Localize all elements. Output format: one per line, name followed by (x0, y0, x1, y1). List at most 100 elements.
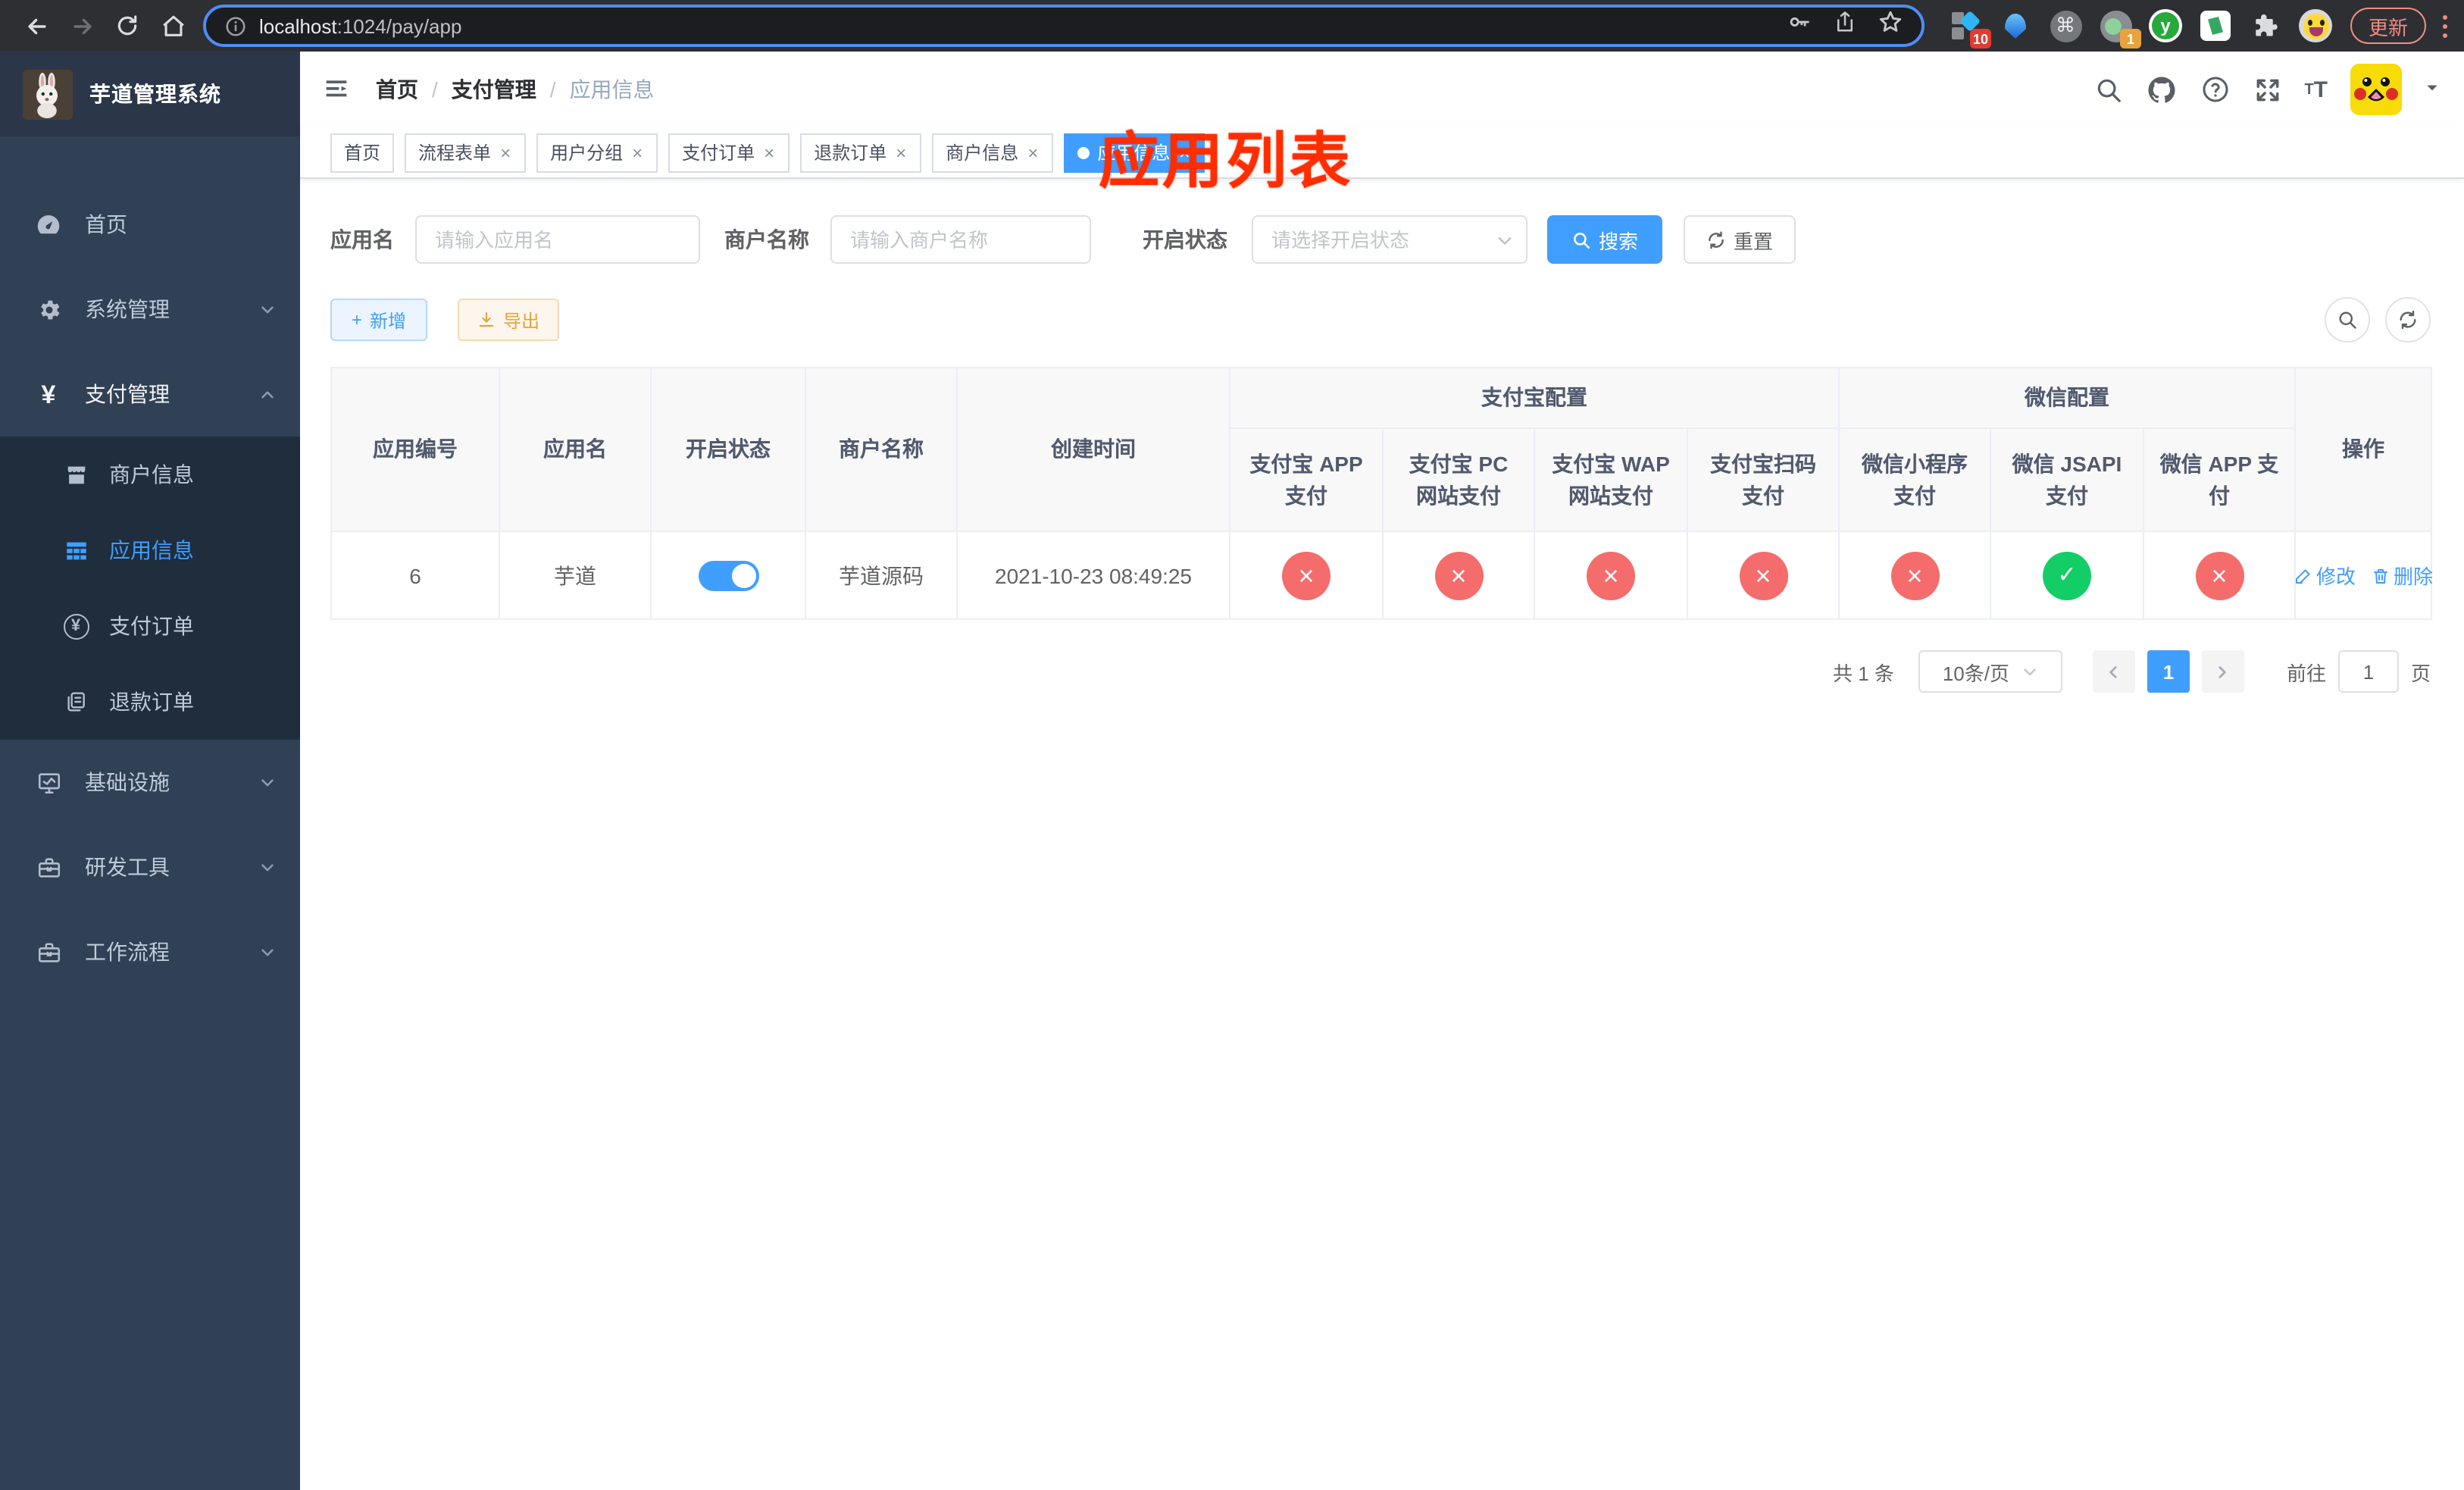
tab-home[interactable]: 首页 (330, 133, 395, 172)
fullscreen-icon[interactable] (2253, 75, 2281, 104)
active-dot (1077, 146, 1090, 158)
close-icon[interactable]: × (1026, 143, 1040, 161)
sidebar-item-label: 研发工具 (85, 855, 170, 879)
user-avatar[interactable] (2350, 64, 2402, 115)
prev-page-button[interactable] (2092, 650, 2135, 693)
screen: localhost:1024/pay/app 10 ⌘ 1 y 更新 芋道管理系… (0, 0, 2464, 1490)
sidebar-item-app-info[interactable]: 应用信息 (0, 512, 300, 588)
sidebar-logo[interactable]: 芋道管理系统 (0, 52, 300, 136)
delete-link[interactable]: 删除 (2371, 561, 2433, 590)
sidebar-item-merchant-info[interactable]: 商户信息 (0, 437, 300, 512)
sidebar-item-system[interactable]: 系统管理 (0, 267, 300, 352)
extension-balloon-icon[interactable] (1999, 9, 2032, 42)
chevron-down-icon (259, 859, 276, 875)
browser-back-icon[interactable] (18, 8, 55, 44)
close-icon[interactable]: × (762, 143, 776, 161)
breadcrumb-current: 应用信息 (569, 77, 655, 102)
col-group-wechat: 微信配置 (1837, 367, 2297, 429)
status-select[interactable] (1252, 215, 1527, 264)
status-toggle[interactable] (698, 560, 758, 590)
status-select-input[interactable] (1252, 215, 1527, 264)
cell-wx-lite: × (1838, 531, 1991, 620)
search-button[interactable]: 搜索 (1547, 215, 1663, 264)
page-size-select[interactable]: 10条/页 (1918, 650, 2062, 693)
font-size-icon[interactable]: TT (2304, 77, 2328, 102)
github-icon[interactable] (2145, 74, 2177, 105)
profile-avatar-icon[interactable] (2299, 9, 2332, 42)
edit-link[interactable]: 修改 (2294, 561, 2356, 590)
status-label: 开启状态 (1143, 227, 1227, 252)
status-cross-icon: × (2195, 551, 2244, 599)
logo-rabbit-image (23, 69, 73, 119)
plus-icon: + (352, 309, 363, 330)
site-info-icon[interactable] (224, 14, 247, 37)
browser-reload-icon[interactable] (109, 8, 145, 44)
app-name-input[interactable] (415, 215, 700, 264)
browser-home-icon[interactable] (155, 8, 191, 44)
close-icon[interactable]: × (894, 143, 908, 161)
grid-icon (61, 537, 91, 563)
toggle-search-button[interactable] (2325, 297, 2370, 343)
extensions-puzzle-icon[interactable] (2249, 9, 2282, 42)
tab-pay-order[interactable]: 支付订单 × (668, 133, 790, 172)
app-name-label: 应用名 (330, 227, 394, 252)
tab-refund-order[interactable]: 退款订单 × (800, 133, 922, 172)
reset-button[interactable]: 重置 (1684, 215, 1796, 264)
browser-toolbar: localhost:1024/pay/app 10 ⌘ 1 y 更新 (0, 0, 2464, 52)
breadcrumb-home[interactable]: 首页 (376, 74, 418, 105)
breadcrumb: 首页 / 支付管理 / 应用信息 (376, 74, 655, 105)
bookmark-star-icon[interactable] (1878, 9, 1903, 42)
sidebar-item-dev-tools[interactable]: 研发工具 (0, 825, 300, 909)
breadcrumb-separator: / (432, 77, 438, 102)
avatar-caret-icon[interactable] (2425, 76, 2440, 103)
chevron-down-icon (2024, 668, 2036, 675)
extension-collector-icon[interactable]: 10 (1949, 9, 1991, 49)
breadcrumb-separator: / (549, 77, 556, 102)
page-number-1[interactable]: 1 (2147, 650, 2190, 693)
cell-status (650, 531, 806, 620)
sidebar-item-payment[interactable]: ¥ 支付管理 (0, 352, 300, 437)
sidebar-collapse-icon[interactable] (321, 74, 352, 105)
url-bar[interactable]: localhost:1024/pay/app (203, 5, 1925, 47)
extension-command-icon[interactable]: ⌘ (2049, 9, 2082, 42)
yen-circle-icon: ¥ (61, 613, 91, 639)
tab-user-group[interactable]: 用户分组 × (536, 133, 658, 172)
chrome-menu-icon[interactable] (2440, 14, 2449, 37)
next-page-button[interactable] (2201, 650, 2244, 693)
col-app-name: 应用名 (499, 367, 652, 532)
add-button[interactable]: + 新增 (330, 299, 428, 341)
sidebar-item-pay-order[interactable]: ¥ 支付订单 (0, 588, 300, 664)
close-icon[interactable]: × (499, 143, 512, 161)
extension-y-icon[interactable]: y (2149, 9, 2182, 42)
sidebar-item-label: 退款订单 (109, 690, 194, 714)
refresh-button[interactable] (2385, 297, 2431, 343)
export-button[interactable]: 导出 (458, 299, 560, 341)
sidebar-item-infrastructure[interactable]: 基础设施 (0, 740, 300, 825)
merchant-name-input[interactable] (830, 215, 1091, 264)
sidebar-item-workflow[interactable]: 工作流程 (0, 909, 300, 994)
goto-page-input[interactable] (2337, 650, 2399, 693)
tab-process-form[interactable]: 流程表单 × (405, 133, 527, 172)
status-cross-icon: × (1282, 551, 1330, 599)
chrome-update-button[interactable]: 更新 (2350, 8, 2427, 44)
extension-doc-icon[interactable] (2199, 9, 2232, 42)
browser-forward-icon[interactable] (64, 8, 100, 44)
password-key-icon[interactable] (1787, 9, 1812, 42)
sidebar-item-home[interactable]: 首页 (0, 182, 300, 267)
close-icon[interactable]: × (630, 143, 644, 161)
cell-wx-app: × (2142, 531, 2297, 620)
help-icon[interactable] (2200, 74, 2230, 105)
sidebar-item-label: 工作流程 (85, 940, 170, 964)
header-search-icon[interactable] (2093, 75, 2122, 104)
documents-icon (61, 690, 91, 714)
col-create-time: 创建时间 (956, 367, 1230, 532)
tab-merchant-info[interactable]: 商户信息 × (932, 133, 1054, 172)
sidebar-item-refund-order[interactable]: 退款订单 (0, 664, 300, 740)
share-icon[interactable] (1834, 9, 1856, 42)
breadcrumb-section[interactable]: 支付管理 (452, 74, 536, 105)
extension-stats-icon[interactable]: 1 (2099, 9, 2141, 49)
app-table: 应用编号 应用名 开启状态 商户名称 创建时间 支付宝配置 微信配置 操作 支付… (330, 367, 2433, 620)
cell-app-id: 6 (330, 531, 500, 620)
url-text[interactable]: localhost:1024/pay/app (259, 14, 1775, 37)
sidebar-item-label: 基础设施 (85, 770, 170, 794)
